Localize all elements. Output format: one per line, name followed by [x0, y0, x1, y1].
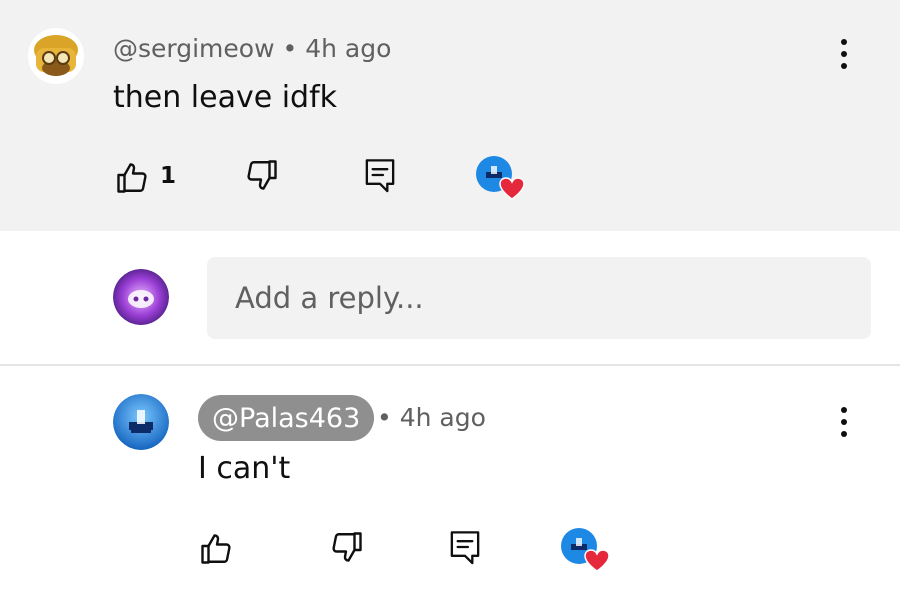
add-reply-input[interactable]: Add a reply... — [207, 257, 871, 339]
creator-heart-icon — [476, 156, 525, 200]
commenter-avatar[interactable] — [28, 28, 84, 84]
reply-button[interactable] — [360, 155, 400, 195]
reply-time: • 4h ago — [377, 403, 486, 432]
reply-dislike-button[interactable] — [327, 527, 367, 567]
reply-creator-heart-badge[interactable] — [561, 528, 611, 572]
reply-author-handle[interactable]: @Palas463 — [198, 395, 375, 441]
commenter-handle-text[interactable]: @sergimeow — [113, 34, 275, 63]
thumbs-down-icon — [247, 160, 277, 190]
thumbs-down-icon — [332, 532, 362, 562]
reply-like-button[interactable] — [196, 529, 236, 569]
comment-time: • 4h ago — [282, 34, 392, 63]
reply-more-icon[interactable] — [834, 402, 854, 442]
comment-text: then leave idfk — [113, 80, 338, 115]
thumbs-up-icon — [117, 163, 147, 193]
divider — [0, 364, 900, 366]
creator-heart-icon — [561, 528, 610, 572]
dislike-button[interactable] — [242, 155, 282, 195]
reply-icon — [450, 531, 480, 565]
user-avatar[interactable] — [113, 269, 169, 325]
thumbs-up-icon — [201, 534, 231, 564]
like-button[interactable] — [112, 158, 152, 198]
reply-placeholder: Add a reply... — [235, 281, 424, 315]
reply-reply-button[interactable] — [445, 527, 485, 567]
reply-author-avatar[interactable] — [113, 394, 169, 450]
creator-heart-badge[interactable] — [476, 156, 526, 200]
like-count: 1 — [160, 163, 177, 189]
reply-text: I can't — [198, 451, 291, 486]
commenter-handle[interactable]: @sergimeow • 4h ago — [113, 34, 391, 63]
comment-more-icon[interactable] — [834, 34, 854, 74]
reply-icon — [365, 159, 395, 193]
